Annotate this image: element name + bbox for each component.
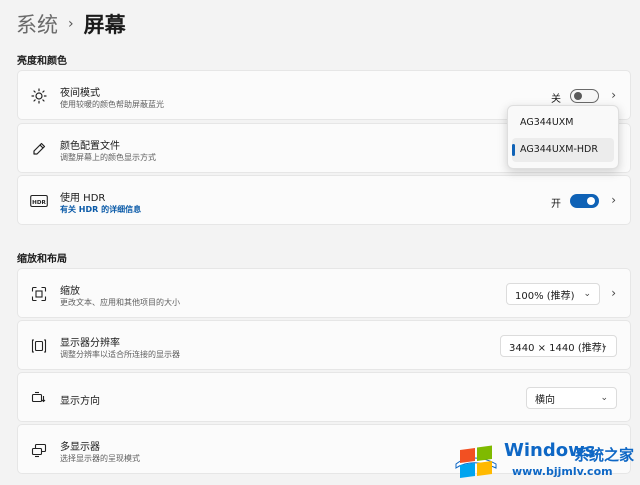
resolution-title: 显示器分辨率: [60, 338, 120, 349]
resolution-select[interactable]: 3440 × 1440 (推荐) ⌄: [500, 335, 617, 357]
hdr-card[interactable]: HDR 使用 HDR 有关 HDR 的详细信息 开 ›: [17, 175, 631, 225]
night-mode-state-label: 关: [551, 94, 561, 105]
eyedropper-icon: [30, 140, 48, 158]
scale-subtitle: 更改文本、应用和其他项目的大小: [60, 298, 180, 307]
color-profile-title: 颜色配置文件: [60, 141, 120, 152]
scale-select-value: 100% (推荐): [515, 290, 575, 302]
windows-logo-icon: [455, 445, 497, 478]
hdr-toggle[interactable]: [570, 194, 599, 208]
breadcrumb: 系统 › 屏幕: [16, 8, 126, 40]
resolution-subtitle: 调整分辨率以适合所连接的显示器: [60, 350, 180, 359]
orientation-select-value: 横向: [535, 394, 555, 406]
orientation-title: 显示方向: [60, 396, 100, 407]
hdr-icon: HDR: [30, 192, 48, 210]
orientation-card[interactable]: 显示方向 横向 ⌄: [17, 372, 631, 422]
night-mode-subtitle: 使用较暖的颜色帮助屏蔽蓝光: [60, 100, 164, 109]
section-title-brightness: 亮度和颜色: [17, 56, 67, 67]
svg-text:HDR: HDR: [32, 200, 46, 206]
selection-indicator: [512, 144, 515, 156]
chevron-down-icon: ⌄: [600, 393, 608, 403]
scale-select[interactable]: 100% (推荐) ⌄: [506, 283, 600, 305]
multi-display-title: 多显示器: [60, 442, 100, 453]
color-profile-subtitle: 调整屏幕上的颜色显示方式: [60, 153, 156, 162]
chevron-right-icon[interactable]: ›: [611, 88, 616, 102]
hdr-state-label: 开: [551, 199, 561, 210]
toggle-knob: [574, 92, 582, 100]
orientation-select[interactable]: 横向 ⌄: [526, 387, 617, 409]
toggle-knob: [587, 197, 595, 205]
chevron-right-icon[interactable]: ›: [611, 193, 616, 207]
hdr-info-link[interactable]: 有关 HDR 的详细信息: [60, 204, 141, 215]
profile-option-selected[interactable]: AG344UXM-HDR: [520, 144, 598, 155]
section-title-scale: 缩放和布局: [17, 254, 67, 265]
breadcrumb-root[interactable]: 系统: [16, 9, 58, 39]
scale-title: 缩放: [60, 286, 80, 297]
watermark: Windows 系统之家 www.bjjmlv.com: [448, 432, 640, 485]
brightness-icon: [30, 87, 48, 105]
orientation-icon: [30, 389, 48, 407]
chevron-down-icon: ⌄: [583, 289, 591, 299]
night-mode-title: 夜间模式: [60, 88, 100, 99]
breadcrumb-separator: ›: [68, 16, 74, 32]
color-profile-dropdown: AG344UXM AG344UXM-HDR: [507, 105, 619, 169]
chevron-down-icon: ⌄: [600, 341, 608, 351]
scale-icon: [30, 285, 48, 303]
hdr-title: 使用 HDR: [60, 193, 106, 204]
resolution-select-value: 3440 × 1440 (推荐): [509, 342, 606, 354]
multi-display-icon: [30, 441, 48, 459]
page-title: 屏幕: [83, 13, 126, 37]
scale-card[interactable]: 缩放 更改文本、应用和其他项目的大小 100% (推荐) ⌄ ›: [17, 268, 631, 318]
night-mode-toggle[interactable]: [570, 89, 599, 103]
resolution-icon: [30, 337, 48, 355]
profile-option[interactable]: AG344UXM: [520, 117, 573, 128]
chevron-right-icon[interactable]: ›: [611, 286, 616, 300]
watermark-brand-cn: 系统之家: [574, 446, 635, 464]
resolution-card[interactable]: 显示器分辨率 调整分辨率以适合所连接的显示器 3440 × 1440 (推荐) …: [17, 320, 631, 370]
watermark-url: www.bjjmlv.com: [512, 465, 613, 478]
multi-display-subtitle: 选择显示器的呈现模式: [60, 454, 140, 463]
